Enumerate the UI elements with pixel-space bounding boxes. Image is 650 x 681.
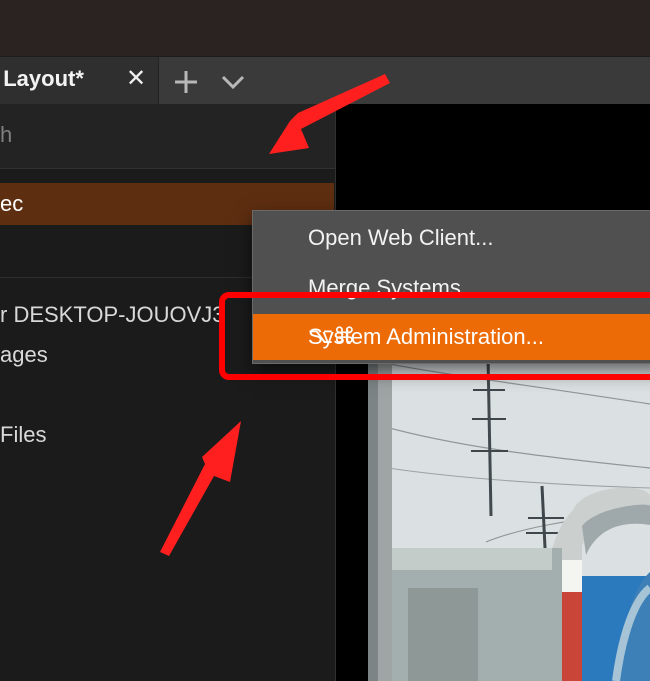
search-input[interactable]: h — [0, 122, 12, 148]
tab-layout[interactable]: w Layout* ✕ — [0, 57, 159, 105]
app-window: w Layout* ✕ h ec r DESKTOP-JOUOVJ3 ages … — [0, 0, 650, 681]
camera-image — [368, 336, 650, 681]
tab-title: w Layout* — [0, 66, 84, 91]
chevron-down-icon[interactable] — [218, 67, 248, 97]
open-web-client-label: Open Web Client... — [308, 225, 494, 250]
chevron-down-icon-svg — [221, 75, 245, 90]
plus-icon-svg — [175, 71, 197, 93]
tab-bar: w Layout* ✕ — [0, 56, 650, 105]
resource-tree-panel: h ec r DESKTOP-JOUOVJ3 ages Files — [0, 104, 336, 681]
files-item[interactable]: Files — [0, 422, 46, 448]
highlight-box — [219, 292, 650, 380]
selected-system-label: ec — [0, 191, 24, 216]
search-row[interactable]: h — [0, 104, 335, 169]
open-web-client-item[interactable]: Open Web Client... — [253, 215, 650, 261]
title-bar — [0, 0, 650, 56]
plus-icon[interactable] — [171, 67, 201, 97]
images-item[interactable]: ages — [0, 342, 48, 368]
camera-scene — [368, 336, 650, 681]
close-icon[interactable]: ✕ — [123, 64, 149, 94]
server-item[interactable]: r DESKTOP-JOUOVJ3 — [0, 302, 225, 328]
video-viewer[interactable] — [336, 104, 650, 681]
